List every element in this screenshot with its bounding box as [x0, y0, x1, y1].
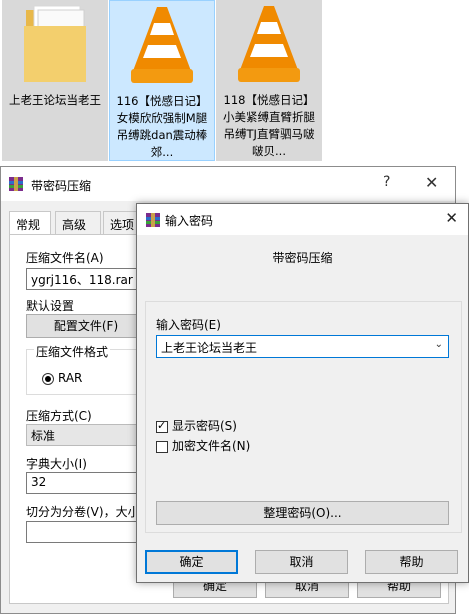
password-group: 输入密码(E) 上老王论坛当老王 ⌄ 显示密码(S) 加密文件名(N) 整理密码… — [145, 301, 462, 533]
close-icon[interactable]: ✕ — [445, 209, 458, 227]
ok-button[interactable]: 确定 — [145, 550, 238, 574]
help-icon[interactable]: ? — [383, 174, 390, 190]
file-item-folder[interactable]: 上老王论坛当老王 — [2, 0, 108, 161]
winrar-icon — [145, 212, 161, 231]
format-group-label: 压缩文件格式 — [34, 343, 111, 360]
help-button[interactable]: 帮助 — [365, 550, 458, 574]
show-password-option[interactable]: 显示密码(S) — [156, 417, 237, 434]
password-label: 输入密码(E) — [156, 318, 221, 332]
cancel-button[interactable]: 取消 — [255, 550, 348, 574]
method-select[interactable]: 标准 — [26, 424, 146, 446]
tab-advanced[interactable]: 高级 — [55, 211, 101, 235]
password-dialog-subtitle: 带密码压缩 — [272, 251, 333, 265]
encrypt-names-label: 加密文件名(N) — [172, 439, 251, 453]
file-item-video-118[interactable]: 118【悦感日记】小美紧缚直臂折腿吊缚TJ直臂驷马啵啵贝... — [216, 0, 322, 161]
archive-dialog-titlebar[interactable]: 带密码压缩 ? ✕ — [1, 167, 455, 201]
split-select[interactable] — [26, 521, 146, 543]
winrar-icon — [8, 176, 24, 195]
file-explorer-view: 上老王论坛当老王 116【悦感日记】女模欣欣强制M腿吊缚跳dan震动棒郊... … — [0, 0, 469, 166]
folder-icon — [20, 2, 90, 89]
show-password-label: 显示密码(S) — [172, 419, 237, 433]
password-dialog-title: 输入密码 — [165, 214, 214, 228]
password-input[interactable]: 上老王论坛当老王 ⌄ — [156, 335, 449, 358]
file-name: 116【悦感日记】女模欣欣强制M腿吊缚跳dan震动棒郊... — [116, 94, 208, 159]
encrypt-names-checkbox[interactable] — [156, 440, 168, 453]
split-label: 切分为分卷(V)，大小 — [26, 505, 140, 519]
profiles-button[interactable]: 配置文件(F) — [26, 314, 146, 338]
archive-name-field[interactable]: ygrj116、118.rar — [26, 268, 146, 290]
file-item-video-116[interactable]: 116【悦感日记】女模欣欣强制M腿吊缚跳dan震动棒郊... — [109, 0, 215, 161]
password-value: 上老王论坛当老王 — [161, 341, 258, 355]
rar-radio[interactable] — [42, 372, 54, 385]
organize-passwords-button[interactable]: 整理密码(O)... — [156, 501, 449, 525]
archive-name-label: 压缩文件名(A) — [26, 251, 104, 265]
dict-select[interactable]: 32 — [26, 472, 146, 494]
show-password-checkbox[interactable] — [156, 419, 168, 433]
vlc-cone-icon — [127, 3, 197, 92]
chevron-down-icon[interactable]: ⌄ — [435, 339, 443, 350]
vlc-cone-icon — [234, 2, 304, 91]
password-dialog-titlebar[interactable]: 输入密码 ✕ — [137, 204, 468, 235]
format-option-rar[interactable]: RAR — [42, 371, 82, 385]
method-label: 压缩方式(C) — [26, 409, 92, 423]
close-icon[interactable]: ✕ — [425, 173, 438, 192]
password-dialog: 输入密码 ✕ 带密码压缩 输入密码(E) 上老王论坛当老王 ⌄ 显示密码(S) … — [136, 203, 469, 583]
file-name: 上老王论坛当老王 — [9, 93, 101, 107]
encrypt-names-option[interactable]: 加密文件名(N) — [156, 437, 250, 454]
archive-dialog-title: 带密码压缩 — [31, 179, 92, 193]
file-name: 118【悦感日记】小美紧缚直臂折腿吊缚TJ直臂驷马啵啵贝... — [223, 93, 315, 158]
dict-label: 字典大小(I) — [26, 457, 87, 471]
default-settings-label: 默认设置 — [26, 299, 75, 313]
rar-label: RAR — [58, 371, 83, 385]
